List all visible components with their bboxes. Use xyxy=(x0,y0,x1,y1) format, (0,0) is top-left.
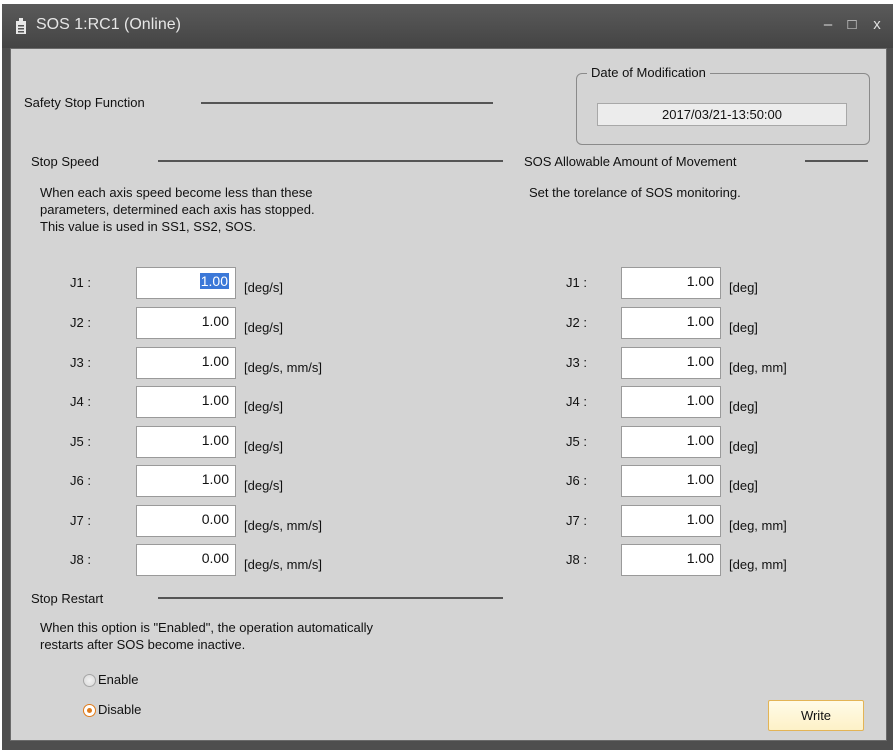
stop-speed-j7-unit: [deg/s, mm/s] xyxy=(244,518,323,533)
close-button[interactable]: x xyxy=(868,16,886,34)
window-title: SOS 1:RC1 (Online) xyxy=(36,16,181,33)
maximize-button[interactable]: □ xyxy=(843,16,861,34)
sos-movement-j4-input[interactable]: 1.00 xyxy=(621,386,721,418)
safety-stop-label: Safety Stop Function xyxy=(24,95,145,110)
stop-speed-j4-input[interactable]: 1.00 xyxy=(136,386,236,418)
stop-speed-j3-label: J3 : xyxy=(70,355,91,370)
stop-speed-j4-unit: [deg/s] xyxy=(244,399,284,414)
stop-speed-j8-input[interactable]: 0.00 xyxy=(136,544,236,576)
sos-movement-j6-unit: [deg] xyxy=(729,478,758,493)
stop-speed-j5-unit: [deg/s] xyxy=(244,439,284,454)
stop-restart-description-line2: restarts after SOS become inactive. xyxy=(40,637,246,652)
stop-speed-j2-input[interactable]: 1.00 xyxy=(136,307,236,339)
stop-speed-j2-unit: [deg/s] xyxy=(244,320,284,335)
enable-radio[interactable] xyxy=(83,674,96,687)
stop-speed-j7-label: J7 : xyxy=(70,513,91,528)
safety-stop-divider xyxy=(201,102,493,104)
sos-movement-j8-label: J8 : xyxy=(566,552,587,567)
sos-movement-j3-unit: [deg, mm] xyxy=(729,360,787,375)
sos-movement-j6-label: J6 : xyxy=(566,473,587,488)
sos-movement-j5-label: J5 : xyxy=(566,434,587,449)
sos-movement-j8-unit: [deg, mm] xyxy=(729,557,787,572)
sos-movement-description: Set the torelance of SOS monitoring. xyxy=(529,185,741,200)
sos-movement-j3-label: J3 : xyxy=(566,355,587,370)
sos-movement-j2-input[interactable]: 1.00 xyxy=(621,307,721,339)
stop-speed-j6-input[interactable]: 1.00 xyxy=(136,465,236,497)
stop-speed-j4-label: J4 : xyxy=(70,394,91,409)
sos-movement-j5-input[interactable]: 1.00 xyxy=(621,426,721,458)
stop-restart-divider xyxy=(158,597,503,599)
date-of-modification-group: Date of Modification 2017/03/21-13:50:00 xyxy=(576,65,870,145)
sos-movement-j5-unit: [deg] xyxy=(729,439,758,454)
stop-speed-j7-input[interactable]: 0.00 xyxy=(136,505,236,537)
stop-speed-j3-unit: [deg/s, mm/s] xyxy=(244,360,323,375)
document-icon xyxy=(16,18,26,34)
disable-radio-label[interactable]: Disable xyxy=(98,702,141,717)
sos-movement-j1-label: J1 : xyxy=(566,275,587,290)
date-of-modification-field: 2017/03/21-13:50:00 xyxy=(597,103,847,126)
stop-speed-j5-label: J5 : xyxy=(70,434,91,449)
sos-movement-j2-unit: [deg] xyxy=(729,320,758,335)
stop-speed-j1-input[interactable]: 1.00 xyxy=(136,267,236,299)
stop-speed-description-line2: parameters, determined each axis has sto… xyxy=(40,202,315,217)
stop-speed-j8-unit: [deg/s, mm/s] xyxy=(244,557,323,572)
minimize-button[interactable]: – xyxy=(819,16,837,34)
stop-speed-j2-label: J2 : xyxy=(70,315,91,330)
date-of-modification-label: Date of Modification xyxy=(587,65,710,80)
sos-movement-j7-unit: [deg, mm] xyxy=(729,518,787,533)
stop-speed-j3-input[interactable]: 1.00 xyxy=(136,347,236,379)
sos-movement-j1-input[interactable]: 1.00 xyxy=(621,267,721,299)
sos-movement-j7-input[interactable]: 1.00 xyxy=(621,505,721,537)
stop-speed-j8-label: J8 : xyxy=(70,552,91,567)
sos-movement-j7-label: J7 : xyxy=(566,513,587,528)
title-bar[interactable]: SOS 1:RC1 (Online) – □ x xyxy=(2,4,893,48)
stop-restart-description-line1: When this option is "Enabled", the opera… xyxy=(40,620,373,635)
sos-movement-j8-input[interactable]: 1.00 xyxy=(621,544,721,576)
stop-restart-label: Stop Restart xyxy=(31,591,104,606)
dialog-window: SOS 1:RC1 (Online) – □ x Safety Stop Fun… xyxy=(2,4,893,750)
sos-movement-j1-unit: [deg] xyxy=(729,280,758,295)
content-panel: Safety Stop Function Date of Modificatio… xyxy=(10,48,887,741)
stop-speed-j5-input[interactable]: 1.00 xyxy=(136,426,236,458)
stop-speed-divider xyxy=(158,160,503,162)
stop-speed-j6-unit: [deg/s] xyxy=(244,478,284,493)
stop-speed-description-line1: When each axis speed become less than th… xyxy=(40,185,313,200)
sos-movement-label: SOS Allowable Amount of Movement xyxy=(524,154,737,169)
stop-speed-description-line3: This value is used in SS1, SS2, SOS. xyxy=(40,219,257,234)
sos-movement-divider xyxy=(805,160,868,162)
stop-speed-j6-label: J6 : xyxy=(70,473,91,488)
enable-radio-label[interactable]: Enable xyxy=(98,672,138,687)
sos-movement-j3-input[interactable]: 1.00 xyxy=(621,347,721,379)
sos-movement-j4-label: J4 : xyxy=(566,394,587,409)
disable-radio[interactable] xyxy=(83,704,96,717)
write-button[interactable]: Write xyxy=(768,700,864,731)
sos-movement-j6-input[interactable]: 1.00 xyxy=(621,465,721,497)
sos-movement-j2-label: J2 : xyxy=(566,315,587,330)
sos-movement-j4-unit: [deg] xyxy=(729,399,758,414)
stop-speed-j1-label: J1 : xyxy=(70,275,91,290)
stop-speed-label: Stop Speed xyxy=(31,154,99,169)
stop-speed-j1-unit: [deg/s] xyxy=(244,280,284,295)
